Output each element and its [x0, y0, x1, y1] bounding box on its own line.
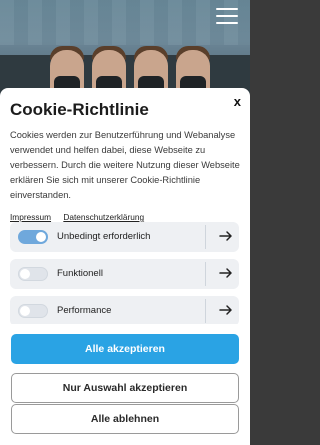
privacy-policy-link[interactable]: Datenschutzerklärung — [63, 212, 144, 222]
hero-image — [0, 0, 250, 100]
reject-all-button[interactable]: Alle ablehnen — [11, 404, 239, 434]
category-label: Funktionell — [57, 268, 103, 279]
arrow-right-icon[interactable] — [218, 302, 234, 318]
legal-links: Impressum Datenschutzerklärung — [10, 212, 240, 222]
category-row-functional[interactable]: Funktionell — [10, 259, 239, 289]
necessary-toggle[interactable] — [18, 230, 48, 244]
close-icon[interactable]: x — [234, 94, 241, 109]
cookie-description: Cookies werden zur Benutzerführung und W… — [10, 130, 240, 200]
arrow-right-icon[interactable] — [218, 265, 234, 281]
category-row-necessary[interactable]: Unbedingt erforderlich — [10, 222, 239, 252]
accept-selection-button[interactable]: Nur Auswahl akzeptieren — [11, 373, 239, 403]
accept-all-button[interactable]: Alle akzeptieren — [11, 334, 239, 364]
impressum-link[interactable]: Impressum — [10, 212, 51, 222]
category-label: Performance — [57, 305, 112, 316]
arrow-right-icon[interactable] — [218, 228, 234, 244]
performance-toggle[interactable] — [18, 304, 48, 318]
divider — [205, 299, 206, 323]
hamburger-menu-icon[interactable] — [216, 8, 238, 26]
category-row-performance[interactable]: Performance — [10, 296, 239, 326]
divider — [205, 262, 206, 286]
divider — [205, 225, 206, 249]
cookie-title: Cookie-Richtlinie — [10, 100, 149, 119]
functional-toggle[interactable] — [18, 267, 48, 281]
hall-ceiling — [0, 0, 250, 45]
category-label: Unbedingt erforderlich — [57, 231, 151, 242]
